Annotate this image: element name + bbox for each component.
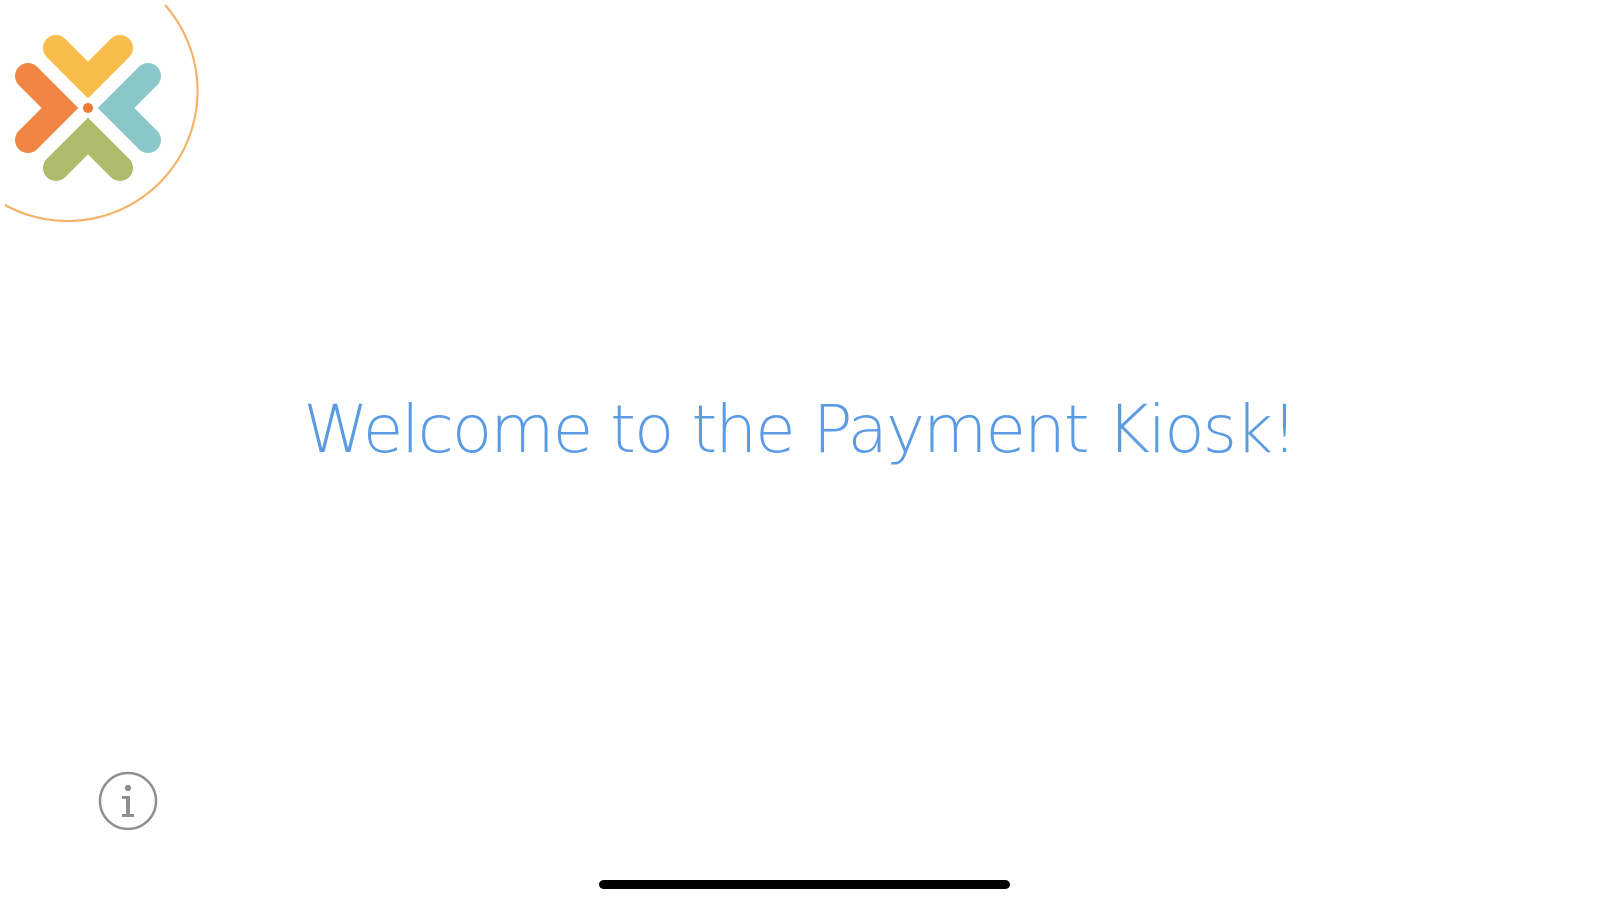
- brand-logo: [0, 0, 230, 245]
- brand-cross-logo-icon: [4, 4, 199, 223]
- info-icon: [98, 771, 158, 831]
- kiosk-welcome-screen: Welcome to the Payment Kiosk!: [0, 0, 1599, 900]
- welcome-heading: Welcome to the Payment Kiosk!: [303, 391, 1297, 468]
- home-indicator[interactable]: [599, 880, 1010, 889]
- info-button[interactable]: [97, 770, 159, 832]
